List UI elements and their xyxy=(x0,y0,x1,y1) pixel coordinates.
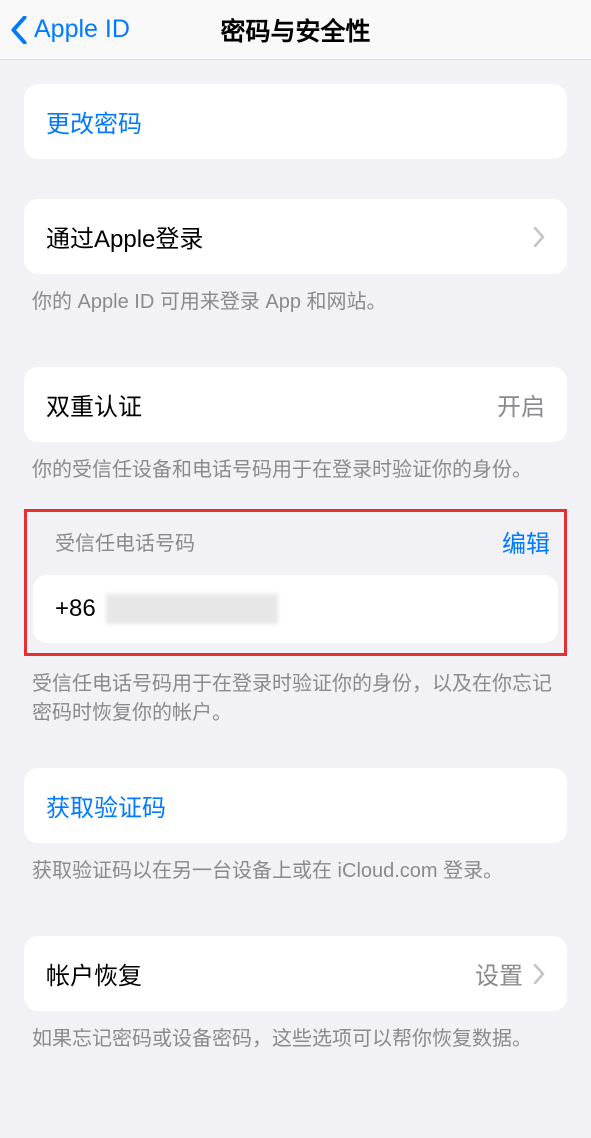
trusted-phone-edit-button[interactable]: 编辑 xyxy=(502,524,550,559)
account-recovery-footer: 如果忘记密码或设备密码，这些选项可以帮你恢复数据。 xyxy=(0,1011,591,1054)
chevron-right-icon xyxy=(533,964,545,984)
chevron-right-icon xyxy=(533,227,545,247)
trusted-phone-footer: 受信任电话号码用于在登录时验证你的身份，以及在你忘记密码时恢复你的帐户。 xyxy=(0,656,591,728)
get-code-cell[interactable]: 获取验证码 xyxy=(24,768,567,843)
trusted-phone-prefix: +86 xyxy=(55,595,96,623)
change-password-cell[interactable]: 更改密码 xyxy=(24,84,567,159)
account-recovery-value: 设置 xyxy=(475,956,523,991)
two-factor-label: 双重认证 xyxy=(46,387,142,422)
two-factor-footer: 你的受信任设备和电话号码用于在登录时验证你的身份。 xyxy=(0,442,591,485)
trusted-phone-cell[interactable]: +86 xyxy=(33,575,558,643)
sign-in-with-apple-label: 通过Apple登录 xyxy=(46,219,203,254)
sign-in-footer: 你的 Apple ID 可用来登录 App 和网站。 xyxy=(0,274,591,317)
chevron-left-icon xyxy=(10,16,28,44)
back-button[interactable]: Apple ID xyxy=(10,15,130,44)
back-label: Apple ID xyxy=(34,15,130,44)
trusted-phone-header: 受信任电话号码 xyxy=(55,527,195,556)
get-code-footer: 获取验证码以在另一台设备上或在 iCloud.com 登录。 xyxy=(0,843,591,886)
account-recovery-cell[interactable]: 帐户恢复 设置 xyxy=(24,936,567,1011)
account-recovery-label: 帐户恢复 xyxy=(46,956,142,991)
trusted-phone-masked xyxy=(106,594,278,624)
get-code-label: 获取验证码 xyxy=(46,788,166,823)
two-factor-cell[interactable]: 双重认证 开启 xyxy=(24,367,567,442)
change-password-label: 更改密码 xyxy=(46,104,142,139)
sign-in-with-apple-cell[interactable]: 通过Apple登录 xyxy=(24,199,567,274)
page-title: 密码与安全性 xyxy=(220,12,370,48)
two-factor-value: 开启 xyxy=(497,387,545,422)
nav-bar: Apple ID 密码与安全性 xyxy=(0,0,591,60)
trusted-phone-highlight: 受信任电话号码 编辑 +86 xyxy=(24,509,567,656)
